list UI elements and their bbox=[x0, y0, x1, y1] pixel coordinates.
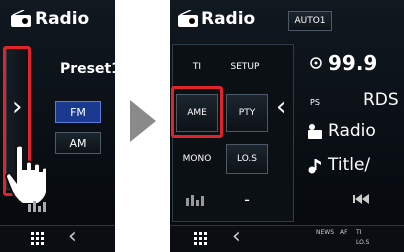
left-radio-screen: Radio › Preset1 FM AM ‹ bbox=[0, 0, 115, 252]
grid-icon[interactable] bbox=[194, 232, 208, 246]
transition-arrow-icon bbox=[130, 100, 156, 142]
equalizer-icon[interactable] bbox=[28, 198, 50, 212]
seek-mode-button[interactable]: AUTO1 bbox=[288, 11, 332, 31]
bottom-bar: ‹ bbox=[0, 224, 115, 252]
los-label: LO.S bbox=[356, 239, 370, 246]
back-arrow[interactable]: ‹ bbox=[68, 224, 77, 249]
disc-icon bbox=[310, 57, 322, 69]
band-fm-button[interactable]: FM bbox=[55, 101, 101, 123]
screen-title: Radio bbox=[35, 9, 90, 29]
collapse-arrow[interactable]: ‹ bbox=[276, 92, 286, 122]
music-note-icon bbox=[308, 159, 321, 174]
setup-button[interactable]: SETUP bbox=[223, 56, 267, 78]
eq-minus-button[interactable] bbox=[176, 184, 218, 214]
ti-button[interactable]: TI bbox=[176, 56, 218, 78]
band-am-button[interactable]: AM bbox=[55, 132, 101, 154]
news-label: NEWS bbox=[316, 229, 335, 236]
mono-button[interactable]: MONO bbox=[176, 144, 218, 174]
highlight-box bbox=[171, 86, 223, 138]
station-name: Radio bbox=[328, 121, 376, 141]
radio-icon bbox=[11, 10, 31, 27]
expand-arrow[interactable]: › bbox=[12, 92, 22, 122]
radio-icon bbox=[178, 10, 198, 27]
ps-label: PS bbox=[310, 98, 320, 107]
frequency: 99.9 bbox=[328, 51, 378, 75]
station-icon bbox=[308, 124, 322, 139]
ps-value: RDS bbox=[363, 90, 399, 110]
grid-icon[interactable] bbox=[31, 232, 45, 246]
hand-pointer-icon bbox=[4, 144, 46, 203]
preset-label: Preset1 bbox=[60, 61, 115, 77]
back-arrow[interactable]: ‹ bbox=[232, 224, 241, 249]
af-label: AF bbox=[340, 229, 348, 236]
los-button[interactable]: LO.S bbox=[226, 144, 268, 174]
prev-icon[interactable] bbox=[353, 194, 369, 204]
minus-button[interactable]: - bbox=[226, 184, 268, 214]
pty-button[interactable]: PTY bbox=[226, 94, 268, 132]
bottom-bar: ‹ NEWS AF TI LO.S bbox=[170, 224, 404, 252]
screen-title: Radio bbox=[201, 9, 256, 29]
equalizer-icon bbox=[186, 195, 204, 206]
ti-label: TI bbox=[356, 229, 362, 236]
song-title: Title/ bbox=[328, 155, 371, 175]
right-radio-screen: Radio AUTO1 TI SETUP AME PTY ‹ MONO LO.S… bbox=[170, 0, 404, 252]
